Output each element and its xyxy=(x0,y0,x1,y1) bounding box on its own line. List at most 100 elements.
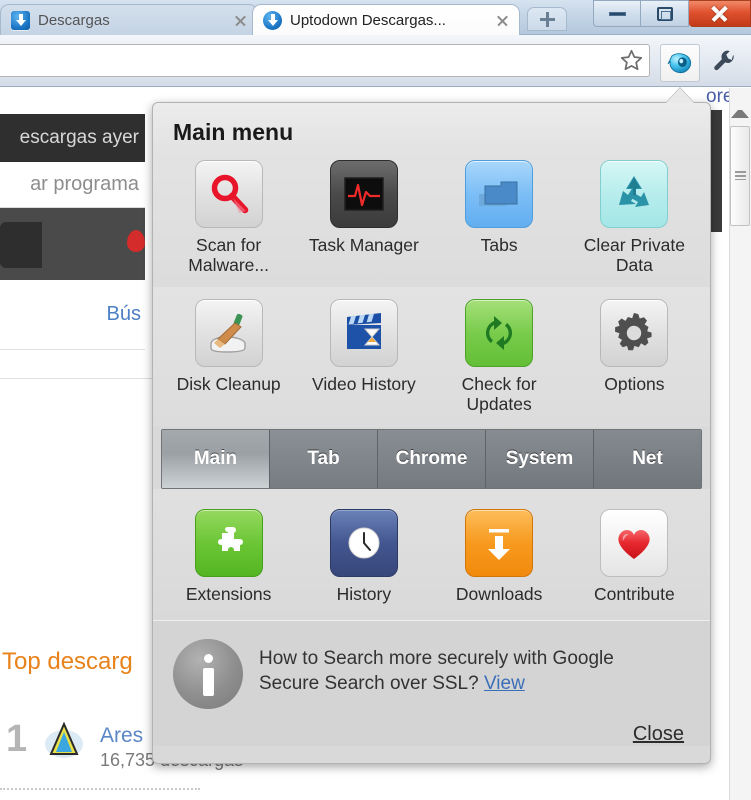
info-line-2: Secure Search over SSL? xyxy=(259,673,484,695)
page-banner-marker xyxy=(127,230,145,252)
scrollbar-thumb[interactable] xyxy=(730,126,750,226)
menu-item-check-for-updates[interactable]: Check for Updates xyxy=(432,295,567,420)
page-app-icon xyxy=(44,720,84,760)
info-notice-text: How to Search more securely with Google … xyxy=(259,639,614,697)
menu-grid-row-3: Extensions History Downloads Contribute xyxy=(153,488,710,620)
popup-header: Main menu xyxy=(153,103,710,148)
page-app-name-link[interactable]: Ares xyxy=(100,724,143,748)
tab-net[interactable]: Net xyxy=(594,429,701,488)
magnifier-icon xyxy=(194,160,263,228)
info-view-link[interactable]: View xyxy=(484,673,525,694)
tab-label: Chrome xyxy=(395,447,468,469)
video-clapper-icon xyxy=(329,299,398,368)
page-top-downloads-title: Top descarg xyxy=(2,648,133,675)
tab-label: Tab xyxy=(307,447,340,469)
close-icon[interactable] xyxy=(494,12,511,29)
menu-item-label: Check for Updates xyxy=(461,374,537,415)
close-icon[interactable] xyxy=(232,12,249,29)
window-controls xyxy=(593,0,751,27)
tab-chrome[interactable]: Chrome xyxy=(378,429,486,488)
browser-tab-bar: Descargas Uptodown Descargas... xyxy=(0,0,751,35)
menu-item-label: Task Manager xyxy=(308,235,419,255)
download-favicon xyxy=(263,10,282,30)
menu-grid-row-2: Disk Cleanup Video History Check for Upd… xyxy=(153,287,710,427)
menu-item-label: Disk Cleanup xyxy=(176,374,281,395)
tab-tab[interactable]: Tab xyxy=(270,429,378,488)
page-featured-banner xyxy=(0,208,145,280)
address-bar[interactable] xyxy=(0,44,650,77)
menu-item-label: Video History xyxy=(311,374,416,395)
tab-main[interactable]: Main xyxy=(162,429,270,488)
page-search-field[interactable]: ar programa xyxy=(0,162,145,208)
info-line-1: How to Search more securely with Google xyxy=(259,647,614,669)
page-dotted-divider xyxy=(0,788,200,790)
menu-item-label: Scan for Malware... xyxy=(188,235,269,276)
close-button[interactable] xyxy=(689,0,751,27)
broom-icon xyxy=(194,299,263,368)
tab-descargas[interactable]: Descargas xyxy=(0,4,258,35)
bookmark-star-icon xyxy=(620,49,642,71)
close-icon xyxy=(711,5,728,22)
minimize-icon xyxy=(608,11,626,16)
info-notice: How to Search more securely with Google … xyxy=(153,620,710,709)
menu-item-label: Clear Private Data xyxy=(583,235,685,276)
extension-icon xyxy=(667,53,692,74)
menu-item-extensions[interactable]: Extensions xyxy=(161,505,296,610)
menu-item-clear-private-data[interactable]: Clear Private Data xyxy=(567,156,702,281)
close-button[interactable]: Close xyxy=(633,723,684,745)
recycle-icon xyxy=(600,160,669,228)
page-banner-thumb xyxy=(0,222,42,268)
minimize-button[interactable] xyxy=(593,0,641,27)
bookmark-star-button[interactable] xyxy=(614,44,648,78)
menu-item-contribute[interactable]: Contribute xyxy=(567,505,702,610)
clock-icon xyxy=(329,508,398,577)
popup-pointer-arrow xyxy=(666,88,694,103)
page-divider xyxy=(0,378,160,379)
tab-system[interactable]: System xyxy=(486,429,594,488)
menu-item-video-history[interactable]: Video History xyxy=(296,295,431,420)
menu-item-disk-cleanup[interactable]: Disk Cleanup xyxy=(161,295,296,420)
menu-item-label: Options xyxy=(604,374,665,395)
menu-item-label: Tabs xyxy=(480,235,518,255)
wrench-menu-button[interactable] xyxy=(706,44,742,80)
menu-item-downloads[interactable]: Downloads xyxy=(432,505,567,610)
heart-icon xyxy=(600,508,669,577)
page-search-link[interactable]: Bús xyxy=(0,280,145,350)
menu-item-tabs[interactable]: Tabs xyxy=(432,156,567,281)
tab-label: Net xyxy=(632,447,663,469)
menu-item-scan-for-malware[interactable]: Scan for Malware... xyxy=(161,156,296,281)
menu-item-options[interactable]: Options xyxy=(567,295,702,420)
menu-item-task-manager[interactable]: Task Manager xyxy=(296,156,431,281)
main-menu-popup: Main menu Scan for Malware... Task Manag… xyxy=(152,102,711,764)
popup-close-row: Close xyxy=(153,708,710,746)
info-circle-icon xyxy=(173,638,243,709)
puzzle-piece-icon xyxy=(194,508,263,577)
tab-label: Main xyxy=(193,447,238,469)
page-list-rank: 1 xyxy=(6,718,28,760)
scroll-up-arrow-icon[interactable] xyxy=(731,110,749,118)
menu-item-label: Downloads xyxy=(455,583,543,604)
page-scrollbar[interactable] xyxy=(729,88,751,800)
menu-item-history[interactable]: History xyxy=(296,505,431,610)
menu-item-label: History xyxy=(336,583,392,604)
restore-icon xyxy=(656,6,673,21)
popup-tab-bar: Main Tab Chrome System Net xyxy=(161,428,702,489)
download-arrow-icon xyxy=(465,508,534,577)
page-title: Main menu xyxy=(173,119,294,145)
tabs-icon xyxy=(465,160,534,228)
download-favicon xyxy=(11,10,30,30)
tab-label: System xyxy=(505,447,574,469)
menu-item-label: Contribute xyxy=(594,583,675,604)
gear-icon xyxy=(600,299,669,368)
menu-item-label: Extensions xyxy=(185,583,272,604)
new-tab-button[interactable] xyxy=(527,7,567,31)
restore-button[interactable] xyxy=(641,0,689,27)
tab-title: Descargas xyxy=(38,11,110,29)
wrench-icon xyxy=(714,50,734,71)
tab-title: Uptodown Descargas... xyxy=(290,11,446,29)
tab-uptodown-descargas[interactable]: Uptodown Descargas... xyxy=(252,4,520,35)
heartbeat-monitor-icon xyxy=(329,160,398,228)
refresh-arrows-icon xyxy=(465,299,534,368)
extension-button[interactable] xyxy=(660,44,700,82)
page-downloads-yesterday-bar: escargas ayer xyxy=(0,114,145,162)
